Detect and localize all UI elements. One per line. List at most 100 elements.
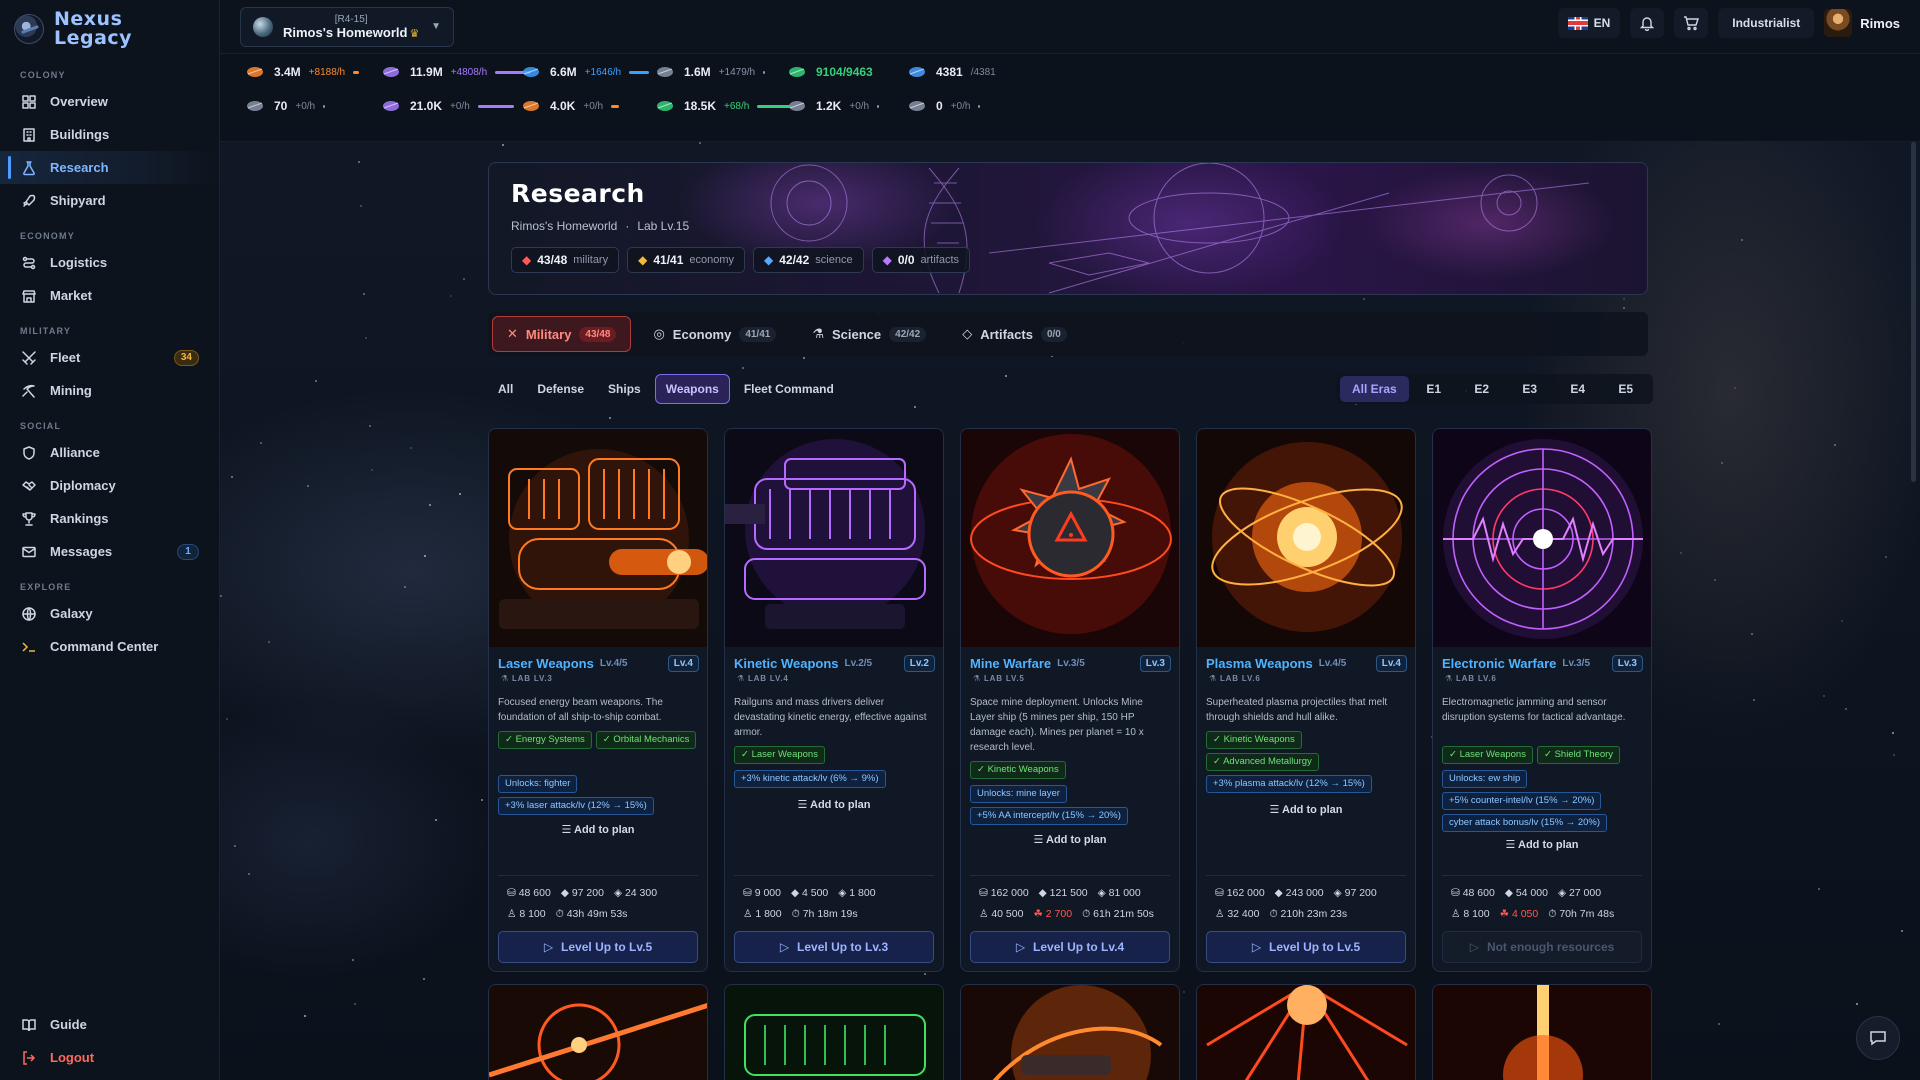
resource-rate: +1479/h	[718, 66, 756, 78]
tab-science[interactable]: ⚗ Science 42/42	[798, 316, 940, 352]
nav-section-title: EXPLORE	[20, 582, 72, 592]
resource-fire[interactable]: 4.0K +0/h	[520, 96, 620, 116]
resource-population[interactable]: 4381/4381	[906, 62, 996, 82]
sidebar-item-galaxy[interactable]: Galaxy	[0, 597, 219, 630]
sidebar-item-logistics[interactable]: Logistics	[0, 246, 219, 279]
filter-all[interactable]: All	[488, 374, 523, 404]
resource-value: 11.9M	[410, 65, 443, 79]
sidebar-item-fleet[interactable]: Fleet 34	[0, 341, 219, 374]
overview-icon	[20, 93, 38, 111]
add-to-plan-button[interactable]: ☰ Add to plan	[961, 833, 1179, 846]
era-e1[interactable]: E1	[1411, 376, 1457, 402]
research-card[interactable]	[488, 984, 708, 1080]
research-card-laser-weapons[interactable]: Laser Weapons Lv.4/5 Lv.4 ⚗ LAB LV.3 Foc…	[488, 428, 708, 972]
sidebar-item-messages[interactable]: Messages 1	[0, 535, 219, 568]
research-card-kinetic-weapons[interactable]: Kinetic Weapons Lv.2/5 Lv.2 ⚗ LAB LV.4 R…	[724, 428, 944, 972]
sidebar-item-command-center[interactable]: Command Center	[0, 630, 219, 663]
resource-crystal[interactable]: 11.9M +4808/h	[380, 62, 532, 82]
filter-weapons[interactable]: Weapons	[654, 374, 730, 404]
filter-ships[interactable]: Ships	[598, 374, 651, 404]
level-up-button[interactable]: ▷ Level Up to Lv.3	[734, 931, 934, 963]
tab-artifacts[interactable]: ◇ Artifacts 0/0	[948, 316, 1081, 352]
notifications-button[interactable]	[1630, 8, 1665, 38]
add-to-plan-button[interactable]: ☰ Add to plan	[1197, 803, 1415, 816]
prerequisites: ✓ Laser Weapons ✓ Shield Theory	[1442, 746, 1642, 764]
user-menu[interactable]: Rimos	[1824, 9, 1906, 37]
level-up-button[interactable]: ▷ Level Up to Lv.5	[1206, 931, 1406, 963]
filter-defense[interactable]: Defense	[527, 374, 594, 404]
scrollbar[interactable]	[1911, 142, 1916, 482]
terminal-icon	[20, 638, 38, 656]
star	[1623, 298, 1625, 300]
research-card[interactable]	[1432, 984, 1652, 1080]
research-card[interactable]	[1196, 984, 1416, 1080]
app-logo[interactable]: Nexus Legacy	[0, 0, 219, 56]
tab-military[interactable]: ✕ Military 43/48	[492, 316, 632, 352]
role-button[interactable]: Industrialist	[1718, 8, 1815, 38]
level-badge: Lv.4	[1375, 655, 1407, 672]
era-all-eras[interactable]: All Eras	[1340, 376, 1409, 402]
resource-value: 1.2K	[816, 99, 842, 113]
resource-alloy[interactable]: 21.0K +0/h	[380, 96, 514, 116]
biomass-icon	[654, 97, 676, 115]
resource-value: 4.0K	[550, 99, 576, 113]
research-card-mine-warfare[interactable]: Mine Warfare Lv.3/5 Lv.3 ⚗ LAB LV.5 Spac…	[960, 428, 1180, 972]
sidebar-item-research[interactable]: Research	[0, 151, 219, 184]
star	[1680, 552, 1682, 554]
resource-ore[interactable]: 3.4M +8188/h	[244, 62, 360, 82]
language-selector[interactable]: EN	[1557, 8, 1621, 38]
cost-row-1: ⛁ 9 000 ◆ 4 500 ◈ 1 800	[743, 883, 931, 904]
resource-fuel[interactable]: 1.6M +1479/h	[654, 62, 766, 82]
sidebar-item-market[interactable]: Market	[0, 279, 219, 312]
science-icon: ◆	[764, 253, 774, 267]
resource-dark-matter[interactable]: 1.2K +0/h	[786, 96, 880, 116]
card-description: Space mine deployment. Unlocks Mine Laye…	[970, 697, 1144, 753]
sidebar-item-overview[interactable]: Overview	[0, 85, 219, 118]
pickaxe-icon	[20, 382, 38, 400]
cost-crystal: ◆ 54 000	[1504, 887, 1548, 899]
add-to-plan-button[interactable]: ☰ Add to plan	[725, 798, 943, 811]
era-e4[interactable]: E4	[1555, 376, 1601, 402]
research-time: ⏱ 210h 23m 23s	[1269, 908, 1348, 920]
research-card-electronic-warfare[interactable]: Electronic Warfare Lv.3/5 Lv.3 ⚗ LAB LV.…	[1432, 428, 1652, 972]
sidebar-item-mining[interactable]: Mining	[0, 374, 219, 407]
era-e5[interactable]: E5	[1603, 376, 1649, 402]
add-to-plan-button[interactable]: ☰ Add to plan	[489, 823, 707, 836]
logout-button[interactable]: Logout	[0, 1041, 219, 1074]
resource-bar: 3.4M +8188/h 11.9M +4808/h 6.6M +1646/h 1.6M +1…	[220, 54, 1920, 142]
level-up-button[interactable]: ▷ Not enough resources	[1442, 931, 1642, 963]
sidebar-item-diplomacy[interactable]: Diplomacy	[0, 469, 219, 502]
sidebar-item-guide[interactable]: Guide	[0, 1008, 219, 1041]
resource-ships[interactable]: 70 +0/h	[244, 96, 326, 116]
sidebar-item-shipyard[interactable]: Shipyard	[0, 184, 219, 217]
resource-fill-bar	[877, 104, 880, 108]
cost-population: ♙ 8 100	[1451, 908, 1490, 920]
stat-value: 42/42	[779, 253, 810, 267]
sidebar-item-label: Buildings	[50, 127, 110, 142]
add-to-plan-button[interactable]: ☰ Add to plan	[1433, 838, 1651, 851]
level-up-button[interactable]: ▷ Level Up to Lv.4	[970, 931, 1170, 963]
divider	[498, 875, 698, 876]
filter-fleet-command[interactable]: Fleet Command	[734, 374, 844, 404]
research-card[interactable]	[724, 984, 944, 1080]
era-e3[interactable]: E3	[1507, 376, 1553, 402]
resource-exotic[interactable]: 0 +0/h	[906, 96, 981, 116]
era-e2[interactable]: E2	[1459, 376, 1505, 402]
level-up-button[interactable]: ▷ Level Up to Lv.5	[498, 931, 698, 963]
research-card-plasma-weapons[interactable]: Plasma Weapons Lv.4/5 Lv.4 ⚗ LAB LV.6 Su…	[1196, 428, 1416, 972]
sidebar-item-rankings[interactable]: Rankings	[0, 502, 219, 535]
tab-count: 42/42	[889, 326, 927, 342]
sidebar-item-alliance[interactable]: Alliance	[0, 436, 219, 469]
sidebar-item-buildings[interactable]: Buildings	[0, 118, 219, 151]
tab-economy[interactable]: ◎ Economy 41/41	[639, 316, 790, 352]
chat-button[interactable]	[1856, 1016, 1900, 1060]
resource-deuterium[interactable]: 6.6M +1646/h	[520, 62, 650, 82]
star	[1893, 754, 1895, 756]
star	[481, 799, 483, 801]
star	[423, 978, 425, 980]
research-card[interactable]	[960, 984, 1180, 1080]
resource-biomass[interactable]: 18.5K +68/h	[654, 96, 792, 116]
cart-button[interactable]	[1674, 8, 1709, 38]
planet-selector[interactable]: [R4-15] Rimos's Homeworld ♛ ▼	[240, 6, 454, 47]
resource-energy[interactable]: 9104/9463	[786, 62, 873, 82]
